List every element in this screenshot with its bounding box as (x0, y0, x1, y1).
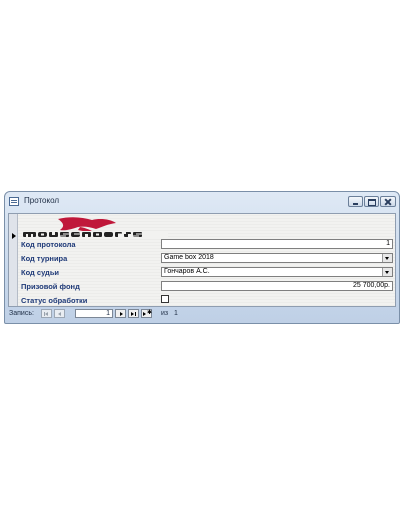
current-record-input[interactable]: 1 (75, 309, 113, 318)
form-icon (9, 197, 19, 206)
window-title: Протокол (24, 196, 60, 205)
field-label-judge-code: Код судьи (21, 268, 60, 277)
title-bar[interactable]: Протокол (5, 192, 399, 213)
last-record-button[interactable] (128, 309, 139, 318)
last-record-icon (131, 312, 134, 316)
previous-record-button[interactable] (54, 309, 65, 318)
field-label-processing-status: Статус обработки (21, 296, 88, 305)
tournament-code-value: Game box 2018 (164, 254, 214, 261)
record-total: 1 (174, 310, 178, 317)
form-client-area: Код протокола 1 Код турнира Game box 201… (8, 213, 396, 307)
minimize-button[interactable] (348, 196, 363, 207)
tournament-code-combo[interactable]: Game box 2018 (161, 253, 393, 263)
tournament-dropdown-button[interactable] (382, 254, 392, 262)
record-of-label: из (161, 310, 169, 317)
judge-code-combo[interactable]: Гончаров А.С. (161, 267, 393, 277)
first-record-button[interactable] (41, 309, 52, 318)
mousesports-logo (22, 217, 168, 238)
record-navigation-bar: Запись: 1 ✱ из 1 (8, 307, 396, 320)
protocol-code-value: 1 (386, 240, 390, 247)
maximize-button[interactable] (364, 196, 379, 207)
new-record-icon (143, 312, 146, 316)
processing-status-checkbox[interactable] (161, 295, 169, 303)
new-record-button[interactable]: ✱ (141, 309, 152, 318)
protocol-form-window: Протокол Код протокола 1 Код турнира Gam… (4, 191, 400, 324)
prize-fund-field[interactable]: 25 700,00р. (161, 281, 393, 291)
judge-code-value: Гончаров А.С. (164, 268, 210, 275)
field-label-prize-fund: Призовой фонд (21, 282, 80, 291)
record-selector[interactable] (9, 214, 18, 306)
field-label-protocol-code: Код протокола (21, 240, 76, 249)
next-record-icon (120, 312, 123, 316)
record-nav-label: Запись: (9, 310, 34, 317)
protocol-code-field[interactable]: 1 (161, 239, 393, 249)
field-label-tournament-code: Код турнира (21, 254, 68, 263)
close-button[interactable] (380, 196, 396, 207)
next-record-button[interactable] (115, 309, 126, 318)
logo-mouse-shape (58, 217, 116, 231)
previous-record-icon (58, 312, 61, 316)
current-record-arrow-icon (12, 233, 16, 239)
judge-dropdown-button[interactable] (382, 268, 392, 276)
prize-fund-value: 25 700,00р. (353, 282, 390, 289)
form-body: Код протокола 1 Код турнира Game box 201… (18, 214, 395, 306)
